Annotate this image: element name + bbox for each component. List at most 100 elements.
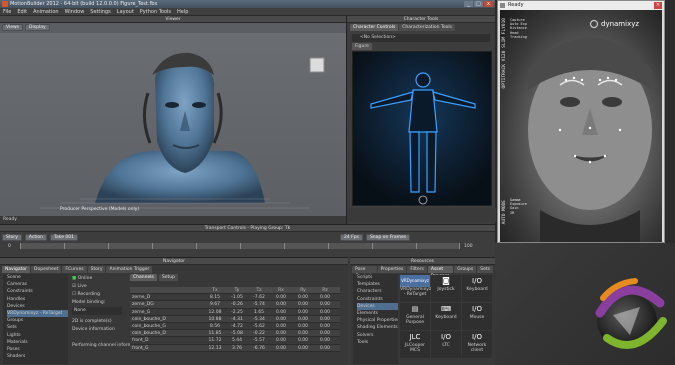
tree-item[interactable]: Lights — [7, 332, 68, 339]
tree-item[interactable]: Cameras — [7, 281, 68, 288]
device-tile[interactable]: I/O Mouse — [462, 303, 492, 330]
character-tools-footer — [347, 208, 496, 222]
take-dropdown[interactable]: Take 001 — [49, 234, 78, 241]
live-option[interactable]: Live — [77, 284, 86, 289]
window-titlebar: MotionBuilder 2012 - 64-bit (build 12.0.… — [0, 0, 495, 8]
online-option[interactable]: Online — [78, 276, 93, 281]
menu-file[interactable]: File — [3, 8, 11, 15]
tree-item[interactable]: Materials — [7, 339, 68, 346]
3d-viewport[interactable]: Producer Perspective (Models only) — [0, 33, 346, 216]
device-tile[interactable]: ◙ Joystick — [431, 275, 461, 302]
tree-item[interactable]: Characters — [357, 288, 398, 295]
timeline-end: 100 — [464, 244, 473, 249]
table-row[interactable]: zerne_D 8.15 -1.05 -7.62 0.00 0.00 0.00 — [130, 294, 340, 302]
viewer-toolbar: Views Display — [2, 24, 50, 31]
story-mode-button[interactable]: Story — [2, 234, 22, 241]
tree-item[interactable]: Handles — [7, 296, 68, 303]
tab-fcurves[interactable]: FCurves — [62, 266, 87, 273]
tab-figure[interactable]: Figure — [352, 43, 372, 50]
resources-header: Resources — [350, 258, 495, 265]
table-row[interactable]: coin_bouche_D 11.85 -5.08 -0.22 0.00 0.00 0.00 — [130, 330, 340, 338]
timeline-slider[interactable] — [20, 243, 460, 249]
tab-properties[interactable]: Properties — [377, 266, 407, 273]
menu-help[interactable]: Help — [177, 8, 188, 15]
display-button[interactable]: Display — [25, 24, 50, 31]
menu-animation[interactable]: Animation — [33, 8, 59, 15]
transport-controls: Transport Controls - Playing Group: Tk S… — [0, 224, 495, 257]
device-tile[interactable]: ⌨ Keyboard — [431, 303, 461, 330]
tree-item[interactable]: Sets — [7, 324, 68, 331]
viewer-status: Ready — [0, 216, 346, 224]
tree-item[interactable]: Tools — [357, 339, 398, 346]
device-tile[interactable]: I/O LTC — [431, 331, 461, 358]
table-row[interactable]: coin_bouche_D 10.88 -4.31 -5.34 0.00 0.00 0.00 — [130, 315, 340, 323]
selection-dropdown[interactable]: <No Selection> — [352, 34, 490, 42]
snap-dropdown[interactable]: Snap on Frames — [365, 234, 411, 241]
tab-pose-controls[interactable]: Pose Controls — [352, 266, 377, 279]
tree-item[interactable]: Elements — [357, 310, 398, 317]
camera-label: Producer Perspective (Models only) — [60, 207, 140, 212]
model-binding-dropdown[interactable]: None — [72, 307, 122, 315]
tree-item[interactable]: Poses — [7, 346, 68, 353]
fps-dropdown[interactable]: 24 Fps — [340, 234, 363, 241]
tab-animation-trigger[interactable]: Animation Trigger — [106, 266, 153, 273]
tab-groups[interactable]: Groups — [454, 266, 477, 273]
device-tile[interactable]: VRDynamixyz VRDynamixyz - ReTarget — [400, 275, 431, 302]
window-title: MotionBuilder 2012 - 64-bit (build 12.0.… — [10, 1, 158, 7]
navigator-header: Navigator — [0, 258, 348, 265]
menu-bar: File Edit Animation Window Settings Layo… — [0, 8, 495, 16]
minimize-button[interactable]: _ — [464, 1, 473, 7]
tree-item[interactable]: Templates — [357, 281, 398, 288]
device-grid: VRDynamixyz VRDynamixyz - ReTarget ◙ Joyst… — [400, 275, 493, 358]
tree-item[interactable]: Constraints — [357, 296, 398, 303]
camera-info-top: Capture Auto Exp Distance Head Tracking — [510, 18, 527, 39]
table-row[interactable]: front_D 11.72 5.44 -5.57 0.00 0.00 0.00 — [130, 337, 340, 345]
tab-characterization-tools[interactable]: Characterization Tools — [399, 24, 455, 31]
maximize-button[interactable]: □ — [474, 1, 483, 7]
tab-sets[interactable]: Sets — [477, 266, 493, 273]
viewer-panel: Viewer Views Display Producer Perspectiv… — [0, 16, 346, 224]
figure-view[interactable] — [352, 51, 492, 206]
device-tile[interactable]: ▤ General Purpose — [400, 303, 430, 330]
tab-filters[interactable]: Filters — [407, 266, 427, 273]
device-tile[interactable]: I/O Network client — [462, 331, 492, 358]
dynamixyz-logo-icon — [590, 20, 598, 28]
device-tile[interactable]: I/O Keyboard — [462, 275, 492, 302]
tab-setup[interactable]: Setup — [158, 274, 178, 281]
menu-settings[interactable]: Settings — [90, 8, 111, 15]
tree-item[interactable]: Physical Properties — [357, 317, 398, 324]
table-row[interactable]: coin_bouche_G 8.56 -4.72 -5.62 0.00 0.00 0.00 — [130, 322, 340, 331]
recording-option[interactable]: Recording — [77, 292, 100, 297]
tree-item[interactable]: Devices — [357, 302, 398, 310]
tab-story[interactable]: Story — [87, 266, 106, 273]
tab-navigator[interactable]: Navigator — [2, 266, 31, 273]
tree-item[interactable]: Devices — [7, 303, 68, 310]
tab-asset-browser[interactable]: Asset Browser — [427, 266, 454, 279]
scene-tree: Scene Cameras Constraints Handles Device… — [3, 274, 68, 364]
menu-python-tools[interactable]: Python Tools — [140, 8, 171, 15]
views-button[interactable]: Views — [2, 24, 24, 31]
tree-item[interactable]: Groups — [7, 317, 68, 324]
table-header: Tx Ty Tz Rx Ry Rz — [130, 287, 340, 295]
device-tile[interactable]: JLC JLCooper MCS — [400, 331, 430, 358]
transport-toolbar: Story Action Take 001 — [2, 234, 78, 241]
menu-window[interactable]: Window — [65, 8, 85, 15]
tab-dopesheet[interactable]: Dopesheet — [31, 266, 62, 273]
menu-layout[interactable]: Layout — [117, 8, 134, 15]
tree-item[interactable]: Constraints — [7, 288, 68, 295]
tree-item[interactable]: Scene — [7, 274, 68, 281]
tree-item[interactable]: Shading Elements — [357, 324, 398, 331]
tab-character-controls[interactable]: Character Controls — [350, 24, 399, 31]
menu-edit[interactable]: Edit — [17, 8, 27, 15]
tab-channels[interactable]: Channels — [130, 274, 157, 281]
table-row[interactable]: zerne_DG 9.67 -0.26 -5.74 0.00 0.00 0.00 — [130, 301, 340, 309]
table-row[interactable]: front_G 12.13 3.76 -6.76 0.00 0.00 0.00 — [130, 344, 340, 352]
tree-item[interactable]: VRDynamixyz - ReTarget — [7, 309, 68, 318]
close-button[interactable]: x — [484, 1, 493, 7]
tree-item[interactable]: Shaders — [7, 353, 68, 360]
action-dropdown[interactable]: Action — [24, 234, 47, 241]
camera-close-button[interactable]: × — [654, 2, 662, 9]
tree-item[interactable]: Solvers — [357, 332, 398, 339]
tree-item[interactable]: Scripts — [357, 274, 398, 281]
table-row[interactable]: zerne_G 12.08 -2.25 1.65 0.00 0.00 0.00 — [130, 308, 340, 316]
